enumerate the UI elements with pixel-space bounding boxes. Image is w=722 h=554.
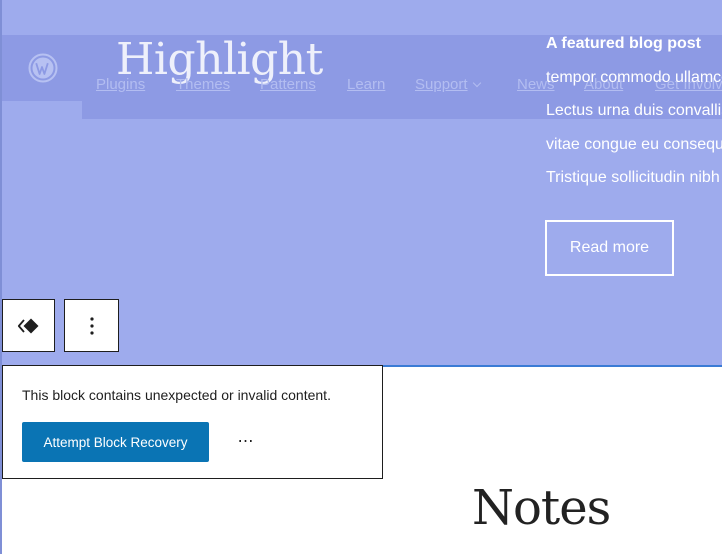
warning-message: This block contains unexpected or invali… (22, 387, 331, 403)
post-excerpt-line: Lectus urna duis convallis (546, 102, 722, 119)
post-excerpt-line: vitae congue eu consequat (546, 135, 722, 153)
nav-item-patterns[interactable]: Patterns (260, 76, 316, 93)
warning-more-options-button[interactable]: ⋯ (231, 426, 261, 456)
attempt-block-recovery-button[interactable]: Attempt Block Recovery (22, 422, 209, 462)
nav-item-themes[interactable]: Themes (176, 76, 230, 93)
nav-item-support[interactable]: Support (415, 76, 481, 93)
block-type-button[interactable] (2, 299, 55, 352)
notes-heading: Notes (472, 480, 611, 536)
post-excerpt-line: tempor commodo ullamcorper (546, 68, 722, 86)
post-title: A featured blog post (546, 35, 701, 52)
nav-item-learn[interactable]: Learn (347, 76, 385, 93)
block-transform-icon (17, 318, 38, 333)
wordpress-logo-icon[interactable] (28, 53, 58, 83)
post-excerpt-line: Tristique sollicitudin nibh (546, 169, 720, 186)
chevron-down-icon (472, 78, 481, 88)
nav-item-label: Support (415, 76, 468, 93)
block-options-button[interactable] (64, 299, 119, 352)
block-selection-outline (383, 365, 722, 367)
more-vertical-icon (89, 316, 94, 335)
featured-post: A featured blog post tempor commodo ulla… (546, 33, 722, 189)
read-more-button[interactable]: Read more (545, 220, 674, 276)
block-invalid-warning: This block contains unexpected or invali… (2, 365, 383, 479)
nav-item-plugins[interactable]: Plugins (96, 76, 145, 93)
